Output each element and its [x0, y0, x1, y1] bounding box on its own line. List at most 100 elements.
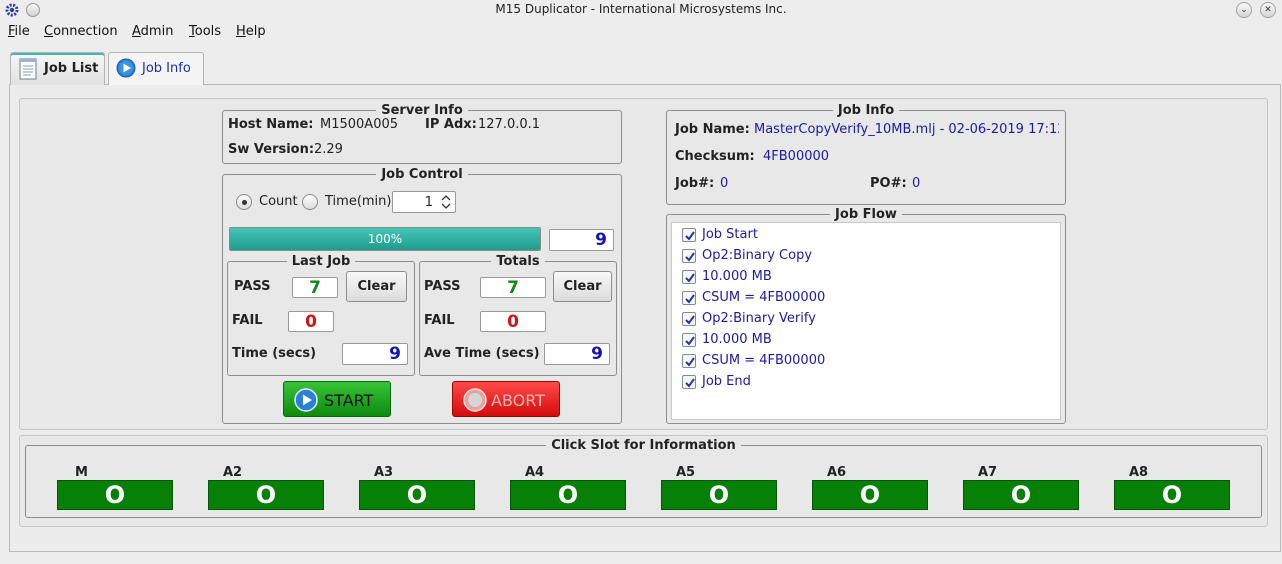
spinner-arrows-icon[interactable] — [440, 194, 452, 210]
count-spinner-value: 1 — [424, 195, 433, 210]
slot-a3-button[interactable]: O — [359, 480, 475, 510]
menu-connection[interactable]: Connection — [44, 24, 118, 39]
start-button[interactable]: START — [283, 381, 391, 417]
job-flow-item-label: Job End — [702, 374, 751, 389]
checkmark-icon — [685, 315, 695, 325]
slot-label: A4 — [525, 465, 545, 480]
last-job-time-value: 9 — [342, 343, 408, 365]
host-name-label: Host Name: — [228, 117, 314, 132]
window-title: M15 Duplicator - International Microsyst… — [495, 2, 787, 16]
time-radio[interactable] — [302, 194, 318, 210]
last-job-fail-value: 0 — [288, 311, 334, 332]
checkmark-icon — [685, 252, 695, 262]
checkbox[interactable] — [682, 333, 696, 347]
menu-file[interactable]: File — [8, 24, 30, 39]
menu-admin[interactable]: Admin — [132, 24, 173, 39]
slot-a2-button[interactable]: O — [208, 480, 324, 510]
job-flow-item-label: CSUM = 4FB00000 — [702, 290, 826, 305]
checkbox[interactable] — [682, 375, 696, 389]
last-job-pass-label: PASS — [234, 279, 271, 294]
totals-ave-time-value: 9 — [544, 343, 610, 365]
totals-fail-label: FAIL — [424, 313, 455, 328]
slot-a8-button[interactable]: O — [1114, 480, 1230, 510]
sw-version-label: Sw Version: — [228, 142, 315, 157]
slot-label: A5 — [676, 465, 696, 480]
job-flow-item-label: 10.000 MB — [702, 332, 772, 347]
server-info-title: Server Info — [381, 103, 463, 118]
last-job-time-label: Time (secs) — [232, 346, 317, 361]
close-button[interactable]: ✕ — [1260, 2, 1276, 18]
menu-tools[interactable]: Tools — [189, 24, 221, 39]
slot-m-button[interactable]: O — [57, 480, 173, 510]
menu-help-mnemonic: H — [236, 24, 246, 39]
job-name-label: Job Name: — [675, 122, 750, 137]
checkbox[interactable] — [682, 291, 696, 305]
menu-connection-rest: onnection — [53, 24, 118, 39]
job-panel — [19, 98, 1268, 430]
close-icon: ✕ — [1264, 5, 1272, 15]
checkmark-icon — [685, 336, 695, 346]
sw-version-value: 2.29 — [314, 142, 343, 157]
slots-title: Click Slot for Information — [551, 438, 736, 453]
job-progress-bar: 100% — [229, 227, 541, 251]
job-flow-item-label: Job Start — [702, 227, 758, 242]
menu-help[interactable]: Help — [236, 24, 266, 39]
job-control-title: Job Control — [381, 167, 463, 182]
menu-file-rest: ile — [14, 24, 30, 39]
chevron-down-icon: ⌄ — [1240, 5, 1248, 15]
checkbox[interactable] — [682, 249, 696, 263]
checkmark-icon — [685, 357, 695, 367]
checkbox[interactable] — [682, 354, 696, 368]
job-flow-item-label: CSUM = 4FB00000 — [702, 353, 826, 368]
count-spinner[interactable]: 1 — [392, 191, 456, 213]
abort-button-label: ABORT — [491, 391, 545, 410]
job-name-value: MasterCopyVerify_10MB.mlj - 02-06-2019 1… — [754, 122, 1059, 137]
play-circle-icon — [116, 58, 136, 78]
time-radio-label[interactable]: Time(min) — [325, 194, 391, 209]
checkmark-icon — [685, 273, 695, 283]
tab-job-list-label: Job List — [44, 61, 99, 76]
last-job-fail-label: FAIL — [232, 313, 263, 328]
job-flow-list[interactable]: Job Start Op2:Binary Copy 10.000 MB CSUM = … — [671, 222, 1061, 420]
menu-admin-mnemonic: A — [132, 24, 141, 39]
last-job-title: Last Job — [291, 254, 351, 269]
window-titlebar[interactable]: M15 Duplicator - International Microsyst… — [0, 0, 1282, 20]
job-count-value: 9 — [549, 229, 614, 251]
checkbox[interactable] — [682, 270, 696, 284]
menu-connection-mnemonic: C — [44, 24, 54, 39]
slot-label: A8 — [1129, 465, 1149, 480]
totals-pass-label: PASS — [424, 279, 461, 294]
totals-ave-time-label: Ave Time (secs) — [424, 346, 540, 361]
last-job-pass-value: 7 — [292, 277, 338, 298]
tab-job-info[interactable]: Job Info — [108, 52, 204, 85]
po-number-label: PO#: — [870, 176, 907, 191]
tab-job-list[interactable]: Job List — [10, 52, 105, 85]
count-radio[interactable] — [236, 194, 252, 210]
minimize-button[interactable]: ⌄ — [1236, 2, 1252, 18]
checkmark-icon — [685, 294, 695, 304]
abort-button[interactable]: ABORT — [452, 381, 560, 417]
ip-label: IP Adx: — [425, 117, 477, 132]
totals-clear-button[interactable]: Clear — [553, 271, 612, 302]
count-radio-label[interactable]: Count — [259, 194, 298, 209]
stop-circle-icon — [463, 388, 487, 412]
slot-label: A2 — [223, 465, 243, 480]
tab-job-info-label: Job Info — [142, 61, 191, 76]
checkbox[interactable] — [682, 312, 696, 326]
checksum-value: 4FB00000 — [763, 149, 830, 164]
checkbox[interactable] — [682, 228, 696, 242]
totals-title: Totals — [496, 254, 540, 269]
po-number-value: 0 — [912, 176, 921, 191]
job-flow-title: Job Flow — [835, 207, 897, 222]
slot-a7-button[interactable]: O — [963, 480, 1079, 510]
last-job-clear-button[interactable]: Clear — [346, 271, 407, 302]
slot-a5-button[interactable]: O — [661, 480, 777, 510]
job-number-label: Job#: — [675, 176, 715, 191]
totals-pass-value: 7 — [480, 277, 546, 298]
slot-a6-button[interactable]: O — [812, 480, 928, 510]
document-list-icon — [19, 58, 37, 80]
slot-label: A6 — [827, 465, 847, 480]
menu-tools-rest: ools — [194, 24, 222, 39]
slot-a4-button[interactable]: O — [510, 480, 626, 510]
ip-value: 127.0.0.1 — [478, 117, 541, 132]
